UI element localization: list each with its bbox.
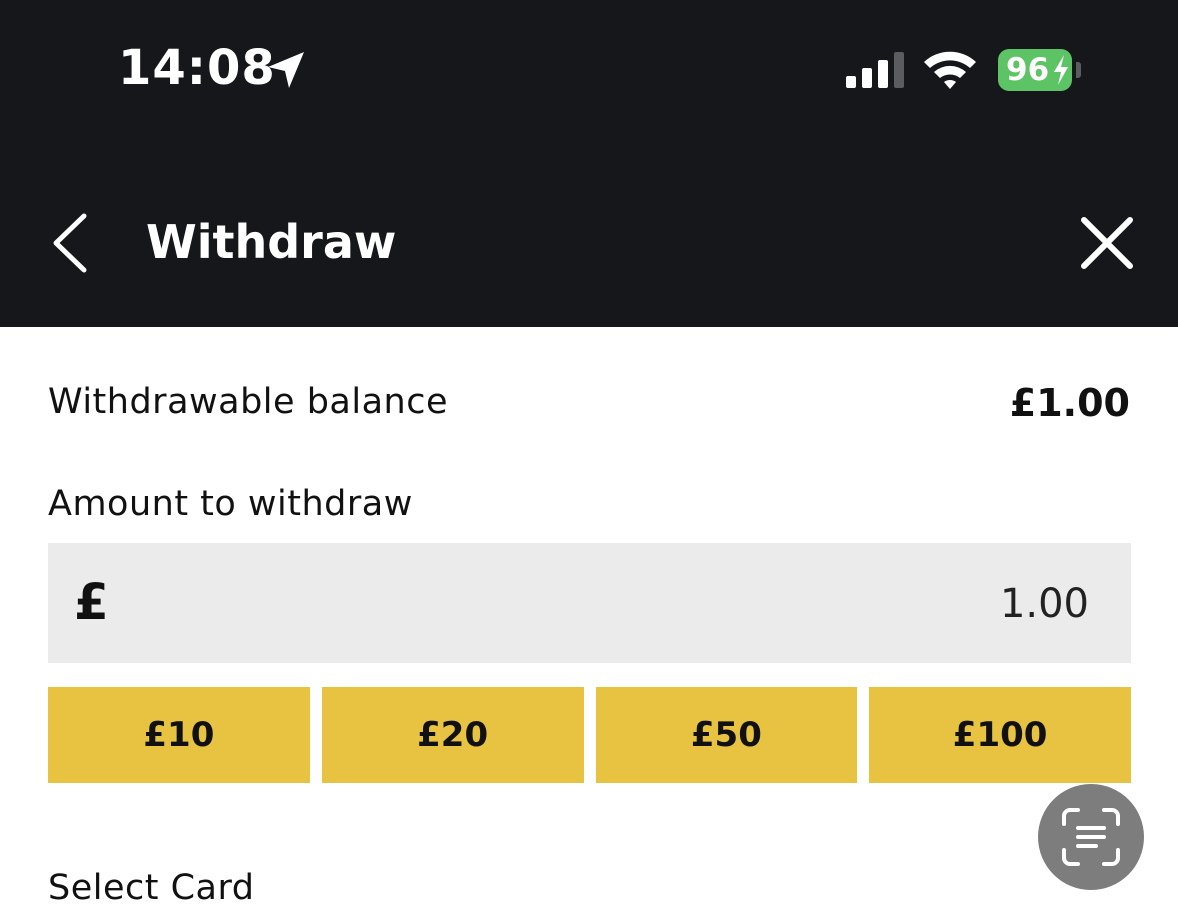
amount-field[interactable]: £	[48, 543, 1131, 663]
quick-amount-20-button[interactable]: £20	[321, 687, 584, 783]
close-button[interactable]	[1074, 210, 1140, 276]
wifi-icon	[924, 51, 976, 89]
quick-amount-row: £10 £20 £50 £100	[48, 687, 1131, 783]
battery-nub	[1076, 62, 1081, 78]
quick-amount-50-button[interactable]: £50	[595, 687, 858, 783]
battery-level: 96	[1006, 52, 1050, 88]
page-title: Withdraw	[146, 215, 397, 269]
withdrawable-balance-label: Withdrawable balance	[48, 382, 448, 422]
charging-bolt-icon	[1054, 55, 1068, 85]
amount-input[interactable]	[687, 571, 1091, 637]
chevron-left-icon	[53, 213, 87, 273]
withdrawable-balance-value: £1.00	[1009, 381, 1130, 425]
nav-header: Withdraw	[0, 160, 1178, 327]
back-button[interactable]	[40, 208, 100, 278]
amount-to-withdraw-label: Amount to withdraw	[48, 484, 413, 524]
status-bar: 14:08 96	[0, 0, 1178, 160]
status-time: 14:08	[118, 40, 276, 96]
signal-icon	[846, 52, 904, 88]
location-arrow-icon	[268, 52, 304, 88]
text-scan-icon	[1062, 808, 1120, 866]
close-icon	[1081, 217, 1133, 269]
currency-symbol: £	[74, 573, 109, 631]
text-scan-button[interactable]	[1038, 784, 1144, 890]
quick-amount-100-button[interactable]: £100	[869, 687, 1131, 783]
quick-amount-10-button[interactable]: £10	[48, 687, 310, 783]
select-card-label: Select Card	[48, 868, 255, 908]
